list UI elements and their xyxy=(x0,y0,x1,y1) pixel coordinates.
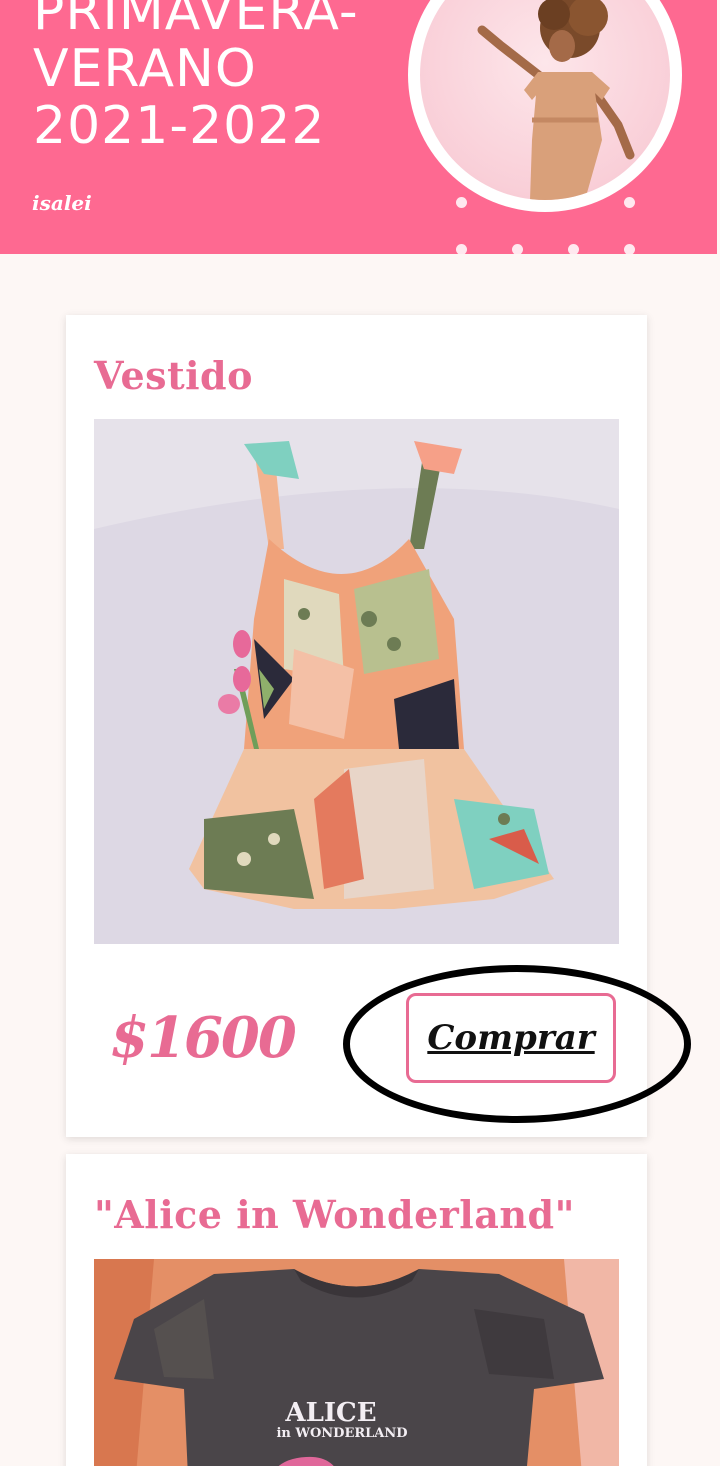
shirt-print-line-2: in WONDERLAND xyxy=(276,1426,407,1441)
model-photo xyxy=(420,0,670,200)
collection-title-line-1: PRIMAVERA- xyxy=(33,0,359,42)
buy-button[interactable]: Comprar xyxy=(406,993,616,1083)
product-title: Vestido xyxy=(94,353,253,398)
collection-title-line-2: VERANO xyxy=(33,39,257,99)
product-image[interactable]: ALICE in WONDERLAND xyxy=(94,1259,619,1466)
brand-logo: isalei xyxy=(32,191,92,215)
product-price: $1600 xyxy=(110,1005,297,1071)
product-title: "Alice in Wonderland" xyxy=(94,1192,575,1237)
hero-banner: PRIMAVERA- VERANO 2021-2022 isalei xyxy=(0,0,717,254)
decor-dot xyxy=(568,244,579,254)
decor-dot xyxy=(456,244,467,254)
dress-photo xyxy=(94,419,619,944)
collection-title-line-3: 2021-2022 xyxy=(33,96,326,156)
model-photo-frame xyxy=(408,0,682,212)
dancing-model-illustration xyxy=(477,0,635,200)
tshirt-photo: ALICE in WONDERLAND xyxy=(94,1259,619,1466)
decor-dot xyxy=(624,244,635,254)
decor-dot xyxy=(456,197,467,208)
collection-title: PRIMAVERA- VERANO 2021-2022 xyxy=(33,0,359,155)
shirt-print-line-1: ALICE xyxy=(284,1398,376,1428)
product-image[interactable] xyxy=(94,419,619,944)
decor-dot xyxy=(512,244,523,254)
product-card: "Alice in Wonderland" ALICE in WONDERLAN… xyxy=(66,1154,647,1466)
product-card: Vestido $1600 Comprar xyxy=(66,315,647,1137)
decor-dot xyxy=(624,197,635,208)
